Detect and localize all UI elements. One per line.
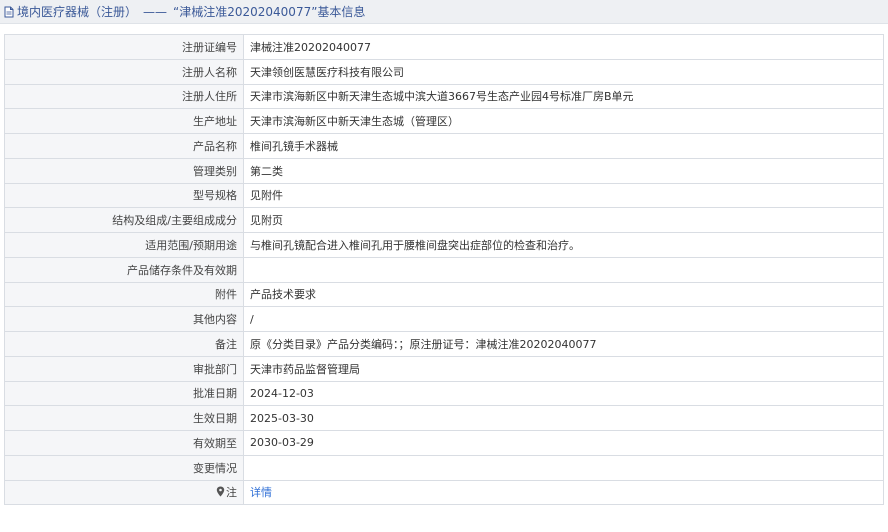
document-icon [3, 6, 15, 18]
info-table-body: 注册证编号 津械注准20202040077 注册人名称 天津领创医慧医疗科技有限公司注… [4, 34, 884, 506]
field-label: 型号规格 [4, 182, 244, 209]
note-label: 注 [226, 486, 237, 500]
field-label: 产品储存条件及有效期 [4, 256, 244, 283]
field-value: 天津市滨海新区中新天津生态城（管理区） [243, 108, 884, 134]
title-separator: —— [143, 4, 168, 19]
note-value-cell: 详情 [243, 479, 884, 506]
info-row: 注册人名称 天津领创医慧医疗科技有限公司 [4, 58, 884, 85]
field-value: 2024-12-03 [243, 380, 884, 407]
info-row: 注册证编号 津械注准20202040077 [4, 34, 884, 60]
category-label: 境内医疗器械（注册） [17, 5, 138, 19]
info-row: 产品储存条件及有效期 [4, 256, 884, 283]
field-value [243, 454, 884, 481]
info-row: 有效期至 2030-03-29 [4, 430, 884, 456]
info-row: 管理类别 第二类 [4, 157, 884, 184]
field-value: / [243, 306, 884, 332]
field-label: 产品名称 [4, 133, 244, 159]
field-value [243, 256, 884, 283]
field-label: 结构及组成/主要组成成分 [4, 207, 244, 233]
record-title: “津械注准20202040077”基本信息 [173, 5, 366, 19]
details-link[interactable]: 详情 [250, 486, 272, 499]
info-row: 附件 产品技术要求 [4, 281, 884, 308]
field-value: 第二类 [243, 157, 884, 184]
field-value: 原《分类目录》产品分类编码：；原注册证号：津械注准20202040077 [243, 331, 884, 357]
info-row: 其他内容 / [4, 306, 884, 332]
field-label: 有效期至 [4, 430, 244, 456]
info-row: 型号规格 见附件 [4, 182, 884, 209]
field-label: 注册人住所 [4, 83, 244, 110]
info-table: 注册证编号 津械注准20202040077 注册人名称 天津领创医慧医疗科技有限公司注… [4, 34, 884, 506]
field-label: 附件 [4, 281, 244, 308]
map-pin-icon [216, 486, 225, 497]
field-value: 见附件 [243, 182, 884, 209]
field-label: 批准日期 [4, 380, 244, 407]
field-value: 2030-03-29 [243, 430, 884, 456]
field-label: 注册人名称 [4, 58, 244, 85]
field-value: 椎间孔镜手术器械 [243, 133, 884, 159]
field-value: 天津领创医慧医疗科技有限公司 [243, 58, 884, 85]
info-row: 生产地址 天津市滨海新区中新天津生态城（管理区） [4, 108, 884, 134]
field-label: 变更情况 [4, 454, 244, 481]
note-row: 注详情 [4, 479, 884, 506]
field-label: 注册证编号 [4, 34, 244, 60]
info-row: 审批部门 天津市药品监督管理局 [4, 355, 884, 382]
field-value: 天津市滨海新区中新天津生态城中滨大道3667号生态产业园4号标准厂房B单元 [243, 83, 884, 110]
field-value: 天津市药品监督管理局 [243, 355, 884, 382]
field-label: 审批部门 [4, 355, 244, 382]
field-label: 适用范围/预期用途 [4, 232, 244, 258]
info-row: 生效日期 2025-03-30 [4, 405, 884, 431]
field-label: 生效日期 [4, 405, 244, 431]
field-value: 见附页 [243, 207, 884, 233]
info-row: 备注 原《分类目录》产品分类编码：；原注册证号：津械注准20202040077 [4, 331, 884, 357]
field-value: 2025-03-30 [243, 405, 884, 431]
field-value: 津械注准20202040077 [243, 34, 884, 60]
field-value: 产品技术要求 [243, 281, 884, 308]
field-label: 管理类别 [4, 157, 244, 184]
field-label: 备注 [4, 331, 244, 357]
info-row: 批准日期 2024-12-03 [4, 380, 884, 407]
page-header: 境内医疗器械（注册） —— “津械注准20202040077”基本信息 [0, 0, 888, 24]
field-value: 与椎间孔镜配合进入椎间孔用于腰椎间盘突出症部位的检查和治疗。 [243, 232, 884, 258]
field-label: 生产地址 [4, 108, 244, 134]
info-row: 注册人住所 天津市滨海新区中新天津生态城中滨大道3667号生态产业园4号标准厂房B… [4, 83, 884, 110]
field-label: 其他内容 [4, 306, 244, 332]
info-row: 结构及组成/主要组成成分 见附页 [4, 207, 884, 233]
info-row: 产品名称 椎间孔镜手术器械 [4, 133, 884, 159]
info-row: 变更情况 [4, 454, 884, 481]
info-row: 适用范围/预期用途 与椎间孔镜配合进入椎间孔用于腰椎间盘突出症部位的检查和治疗。 [4, 232, 884, 258]
note-label-cell: 注 [4, 479, 244, 506]
